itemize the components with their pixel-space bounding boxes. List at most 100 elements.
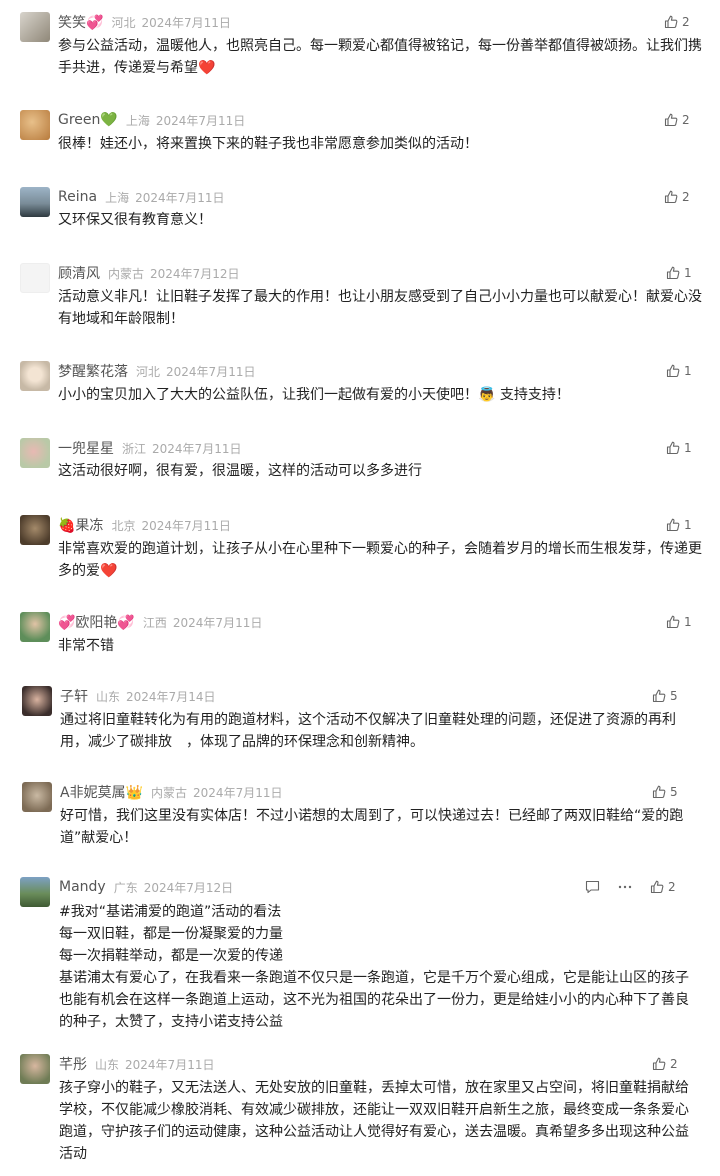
date: 2024年7月11日 <box>152 441 242 456</box>
comment-meta: 梦醒繁花落 河北 2024年7月11日 <box>58 361 255 381</box>
location: 山东 <box>96 689 121 704</box>
thumbs-up-icon <box>664 113 678 127</box>
comment-text: 好可惜，我们这里没有实体店！不过小诺想的太周到了，可以快递过去！已经邮了两双旧鞋… <box>60 808 684 846</box>
thumbs-up-icon <box>650 880 664 894</box>
like-button[interactable]: 5 <box>652 782 678 802</box>
avatar[interactable] <box>20 110 50 140</box>
more-icon[interactable] <box>618 880 632 894</box>
like-count: 2 <box>670 1057 678 1071</box>
like-button[interactable]: 1 <box>666 515 692 535</box>
username[interactable]: Green💚 <box>58 112 118 128</box>
thumbs-up-icon <box>652 1057 666 1071</box>
location: 山东 <box>95 1057 120 1072</box>
like-button[interactable]: 1 <box>666 612 692 632</box>
avatar[interactable] <box>22 782 52 812</box>
location: 内蒙古 <box>151 785 188 800</box>
username[interactable]: A非妮莫属👑 <box>60 782 143 802</box>
comment-meta: 一兜星星 浙江 2024年7月11日 <box>58 438 241 458</box>
thumbs-up-icon <box>664 190 678 204</box>
like-button[interactable]: 1 <box>666 438 692 458</box>
like-button[interactable]: 2 <box>652 1054 678 1074</box>
comment-meta: 子轩 山东 2024年7月14日 <box>60 686 215 706</box>
like-count: 2 <box>682 190 690 204</box>
avatar[interactable] <box>20 1054 50 1084</box>
thumbs-up-icon <box>664 15 678 29</box>
like-button[interactable]: 1 <box>666 263 692 283</box>
comment-meta: 💞欧阳艳💞 江西 2024年7月11日 <box>58 612 262 632</box>
avatar[interactable] <box>20 877 50 907</box>
like-button[interactable]: 2 <box>664 110 690 130</box>
like-count: 1 <box>684 364 692 378</box>
comment-text: 参与公益活动，温暖他人，也照亮自己。每一颗爱心都值得被铭记，每一份善举都值得被颂… <box>58 38 702 76</box>
like-count: 2 <box>682 15 690 29</box>
date: 2024年7月11日 <box>141 15 231 30</box>
date: 2024年7月11日 <box>193 785 283 800</box>
username[interactable]: 💞欧阳艳💞 <box>58 612 135 632</box>
like-count: 5 <box>670 785 678 799</box>
username[interactable]: 一兜星星 <box>58 438 114 458</box>
avatar[interactable] <box>20 438 50 468</box>
username[interactable]: Reina <box>58 189 97 205</box>
reply-icon[interactable] <box>585 880 600 894</box>
date: 2024年7月11日 <box>135 190 225 205</box>
location: 江西 <box>142 615 167 630</box>
comment-text: 孩子穿小的鞋子，又无法送人、无处安放的旧童鞋，丢掉太可惜，放在家里又占空间，将旧… <box>59 1080 689 1162</box>
date: 2024年7月12日 <box>143 880 234 895</box>
location: 浙江 <box>122 441 147 456</box>
thumbs-up-icon <box>666 266 680 280</box>
thumbs-up-icon <box>652 785 666 799</box>
location: 上海 <box>105 190 130 205</box>
like-button[interactable]: 2 <box>664 12 690 32</box>
comment-meta: 顾清风 内蒙古 2024年7月12日 <box>58 263 239 283</box>
date: 2024年7月14日 <box>126 689 216 704</box>
thumbs-up-icon <box>666 441 680 455</box>
like-count: 1 <box>684 615 692 629</box>
like-count: 2 <box>682 113 690 127</box>
comment-meta: 笑笑💞 河北 2024年7月11日 <box>58 12 231 32</box>
like-button[interactable]: 5 <box>652 686 678 706</box>
avatar[interactable] <box>20 612 50 642</box>
location: 广东 <box>113 880 138 895</box>
like-count: 1 <box>684 518 692 532</box>
comment-text: 又环保又很有教育意义！ <box>58 212 212 228</box>
username[interactable]: 笑笑💞 <box>58 12 103 32</box>
avatar[interactable] <box>20 12 50 42</box>
thumbs-up-icon <box>666 364 680 378</box>
avatar[interactable] <box>20 187 50 217</box>
comment-actions: 2 <box>585 877 676 897</box>
comment-meta: Green💚 上海 2024年7月11日 <box>58 110 245 130</box>
username[interactable]: 芊彤 <box>59 1054 87 1074</box>
location: 河北 <box>136 364 161 379</box>
date: 2024年7月11日 <box>172 615 263 630</box>
username[interactable]: 顾清风 <box>58 263 100 283</box>
like-count: 5 <box>670 689 678 703</box>
comment-text: 非常喜欢爱的跑道计划，让孩子从小在心里种下一颗爱心的种子，会随着岁月的增长而生根… <box>58 541 702 579</box>
comment-text: 通过将旧童鞋转化为有用的跑道材料，这个活动不仅解决了旧童鞋处理的问题，还促进了资… <box>60 712 676 750</box>
avatar[interactable] <box>22 686 52 716</box>
date: 2024年7月11日 <box>155 113 246 128</box>
username[interactable]: 🍓果冻 <box>58 515 103 535</box>
like-button[interactable]: 1 <box>666 361 692 381</box>
date: 2024年7月11日 <box>166 364 256 379</box>
comment-text: 这活动很好啊，很有爱，很温暖，这样的活动可以多多进行 <box>58 463 422 479</box>
avatar[interactable] <box>20 515 50 545</box>
avatar[interactable] <box>20 263 50 293</box>
like-count: 1 <box>684 266 692 280</box>
like-button[interactable]: 2 <box>664 187 690 207</box>
comment-text: #我对“基诺浦爱的跑道”活动的看法 每一双旧鞋，都是一份凝聚爱的力量 每一次捐鞋… <box>59 904 689 1030</box>
comment-text: 小小的宝贝加入了大大的公益队伍，让我们一起做有爱的小天使吧！👼 支持支持！ <box>58 387 570 403</box>
comment-meta: 芊彤 山东 2024年7月11日 <box>59 1054 214 1074</box>
like-count: 1 <box>684 441 692 455</box>
comment-text: 非常不错 <box>58 638 114 654</box>
date: 2024年7月11日 <box>141 518 231 533</box>
like-button[interactable]: 2 <box>650 877 676 897</box>
username[interactable]: Mandy <box>59 879 106 895</box>
location: 北京 <box>111 518 136 533</box>
comment-text: 活动意义非凡！让旧鞋子发挥了最大的作用！也让小朋友感受到了自己小小力量也可以献爱… <box>58 289 702 327</box>
avatar[interactable] <box>20 361 50 391</box>
comment-meta: Reina 上海 2024年7月11日 <box>58 187 225 207</box>
username[interactable]: 梦醒繁花落 <box>58 361 128 381</box>
like-count: 2 <box>668 880 676 894</box>
comment-text: 很棒！娃还小，将来置换下来的鞋子我也非常愿意参加类似的活动！ <box>58 136 478 152</box>
username[interactable]: 子轩 <box>60 686 88 706</box>
